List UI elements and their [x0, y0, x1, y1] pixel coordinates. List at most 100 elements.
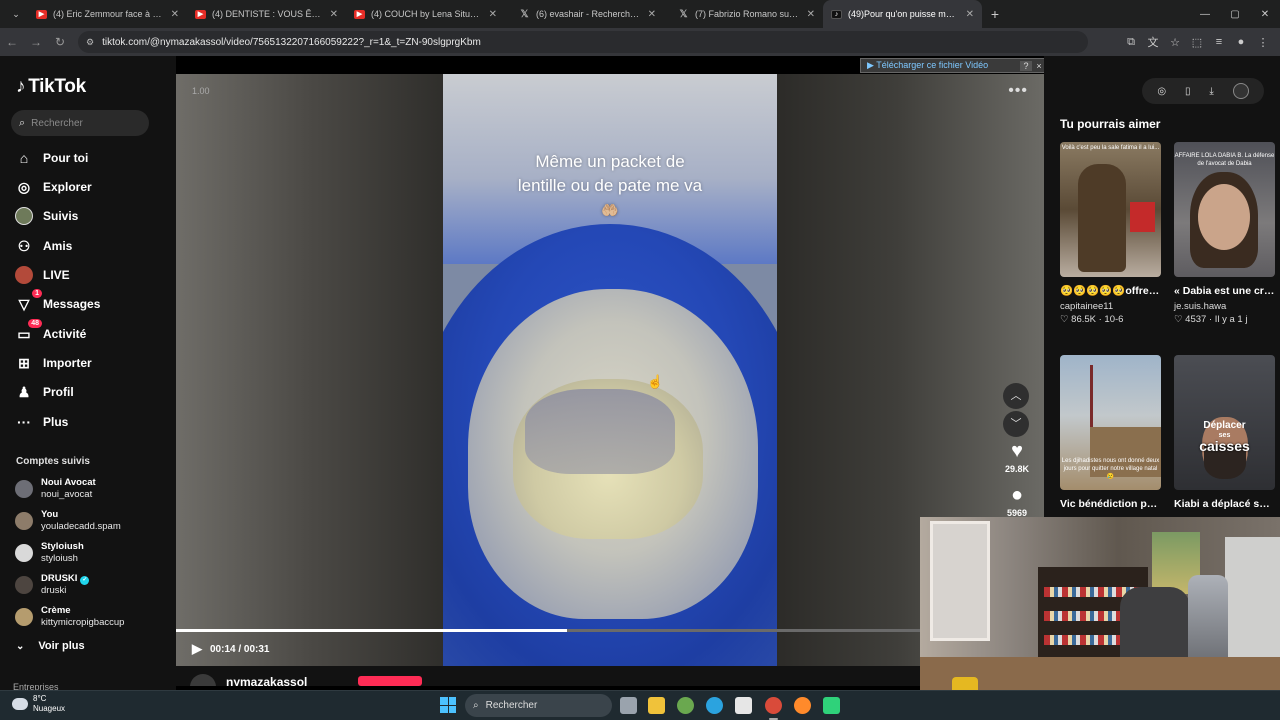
- translate-icon[interactable]: 文: [1142, 34, 1164, 50]
- browser-tab[interactable]: 𝕏 (7) Fabrizio Romano sur X : "Ca ✕: [664, 0, 823, 28]
- url-text: tiktok.com/@nymazakassol/video/756513220…: [102, 36, 481, 48]
- site-info-icon[interactable]: ⚙: [86, 37, 94, 48]
- media-control-icon[interactable]: ≡: [1208, 36, 1230, 48]
- edge-icon[interactable]: [706, 697, 723, 714]
- next-video-icon[interactable]: ﹀: [1003, 411, 1029, 437]
- microsoft-store-icon[interactable]: [735, 697, 752, 714]
- nav-for-you[interactable]: ⌂ Pour toi: [14, 147, 89, 169]
- close-tab-icon[interactable]: ✕: [489, 9, 497, 20]
- close-tab-icon[interactable]: ✕: [807, 9, 815, 20]
- comment-button[interactable]: ● 5969: [1002, 484, 1032, 518]
- windows-start-icon[interactable]: [440, 697, 456, 713]
- address-bar[interactable]: ⚙ tiktok.com/@nymazakassol/video/7565132…: [78, 31, 1088, 53]
- nav-activity[interactable]: ▭ 48 Activité: [14, 319, 86, 345]
- video-thumbnail[interactable]: Déplacer ses caisses: [1174, 355, 1275, 490]
- recommended-video[interactable]: Voilà c'est peu la sale fatima il a lui.…: [1060, 142, 1161, 325]
- profile-avatar-icon[interactable]: ●: [1230, 36, 1252, 48]
- cast-icon[interactable]: ⧉: [1120, 36, 1142, 49]
- chrome-icon[interactable]: [765, 697, 782, 720]
- video-thumbnail[interactable]: AFFAIRE LOLA DABIA B. La défense de l'av…: [1174, 142, 1275, 277]
- follow-button[interactable]: [358, 676, 422, 686]
- followed-account[interactable]: Styloiush styloiush: [15, 539, 84, 567]
- tab-title: (4) COUCH by Lena Situations -: [371, 9, 483, 19]
- x-icon: 𝕏: [679, 8, 688, 20]
- close-tab-icon[interactable]: ✕: [648, 9, 656, 20]
- like-button[interactable]: ♥ 29.8K: [1002, 440, 1032, 474]
- more-options-icon[interactable]: •••: [1008, 82, 1028, 100]
- messages-badge: 1: [32, 289, 42, 298]
- followed-account[interactable]: Crème kittymicropigbaccup: [15, 603, 124, 631]
- video-progress-bar[interactable]: [176, 629, 1044, 632]
- browser-tab-active[interactable]: ♪ (49)Pour qu'on puisse manger ✕: [823, 0, 982, 28]
- browser-menu-icon[interactable]: ⋮: [1252, 36, 1274, 49]
- new-tab-button[interactable]: +: [982, 6, 1008, 22]
- browser-tab[interactable]: ▶ (4) COUCH by Lena Situations - ✕: [346, 0, 505, 28]
- play-icon[interactable]: ▶: [192, 641, 202, 657]
- author-name[interactable]: nymazakassol: [226, 675, 307, 686]
- close-icon[interactable]: ×: [1034, 61, 1044, 71]
- nav-messages[interactable]: ▽ 1 Messages: [14, 289, 100, 315]
- firefox-icon[interactable]: [794, 697, 811, 714]
- nav-explore[interactable]: ◎ Explorer: [14, 176, 92, 198]
- task-view-icon[interactable]: [620, 697, 637, 714]
- back-icon[interactable]: ←: [0, 35, 24, 49]
- nav-more[interactable]: ··· Plus: [14, 411, 68, 433]
- profile-icon: ♟: [17, 383, 31, 400]
- weather-widget[interactable]: 8°C Nuageux: [12, 694, 65, 714]
- video-thumbnail[interactable]: Voilà c'est peu la sale fatima il a lui.…: [1060, 142, 1161, 277]
- help-icon[interactable]: ?: [1020, 60, 1032, 71]
- video-thumbnail[interactable]: Les djihadistes nous ont donné deux jour…: [1060, 355, 1161, 490]
- download-video-bar[interactable]: ▶ Télécharger ce fichier Vidéo ? ×: [860, 58, 1045, 73]
- browser-tab[interactable]: ▶ (4) Eric Zemmour face à Pascal ✕: [28, 0, 187, 28]
- coin-icon[interactable]: ◎: [1157, 86, 1166, 97]
- close-tab-icon[interactable]: ✕: [966, 9, 974, 20]
- weather-condition: Nuageux: [33, 704, 66, 713]
- browser-tab[interactable]: ▶ (4) DENTISTE : VOUS ÊTES SALE ✕: [187, 0, 346, 28]
- browser-tab[interactable]: 𝕏 (6) evashair - Recherche / X ✕: [505, 0, 664, 28]
- download-icon[interactable]: ⤓: [1209, 86, 1213, 97]
- close-tab-icon[interactable]: ✕: [330, 9, 338, 20]
- close-window-icon[interactable]: ✕: [1250, 9, 1280, 20]
- nav-upload[interactable]: ⊞ Importer: [14, 352, 92, 374]
- screen: { "browser": { "tabs": [ {"favicon": "yo…: [0, 0, 1280, 720]
- close-tab-icon[interactable]: ✕: [171, 9, 179, 20]
- reload-icon[interactable]: ↻: [48, 35, 72, 49]
- recommended-video[interactable]: Déplacer ses caisses Kiabi a déplacé ses…: [1174, 355, 1275, 512]
- nav-friends[interactable]: ⚇ Amis: [14, 235, 73, 257]
- author-avatar[interactable]: [190, 674, 216, 686]
- video-frame[interactable]: Même un packet de lentille ou de pate me…: [443, 74, 777, 666]
- download-label[interactable]: ▶ Télécharger ce fichier Vidéo: [861, 60, 1020, 71]
- account-name: Styloiush: [41, 541, 84, 552]
- nav-live[interactable]: LIVE: [14, 264, 70, 286]
- user-avatar-icon[interactable]: [1232, 83, 1249, 99]
- search-input[interactable]: ⌕ Rechercher: [11, 110, 149, 136]
- recommended-video[interactable]: AFFAIRE LOLA DABIA B. La défense de l'av…: [1174, 142, 1275, 325]
- previous-video-icon[interactable]: ︿: [1003, 383, 1029, 409]
- nav-profile[interactable]: ♟ Profil: [14, 381, 74, 403]
- followed-account[interactable]: You youladecadd.spam: [15, 507, 121, 535]
- video-caption-overlay: Même un packet de lentille ou de pate me…: [443, 150, 777, 222]
- app-icon[interactable]: [823, 697, 840, 714]
- minimize-icon[interactable]: —: [1190, 9, 1220, 20]
- playback-speed[interactable]: 1.00: [192, 86, 210, 96]
- nav-following[interactable]: Suivis: [14, 205, 78, 227]
- avatar: [15, 512, 33, 530]
- extensions-icon[interactable]: ⬚: [1186, 36, 1208, 49]
- taskbar-search[interactable]: ⌕ Rechercher: [465, 694, 612, 717]
- video-player[interactable]: 1.00 ••• Même un packet de lentille ou d…: [176, 74, 1044, 686]
- see-more-button[interactable]: ⌄ Voir plus: [16, 640, 85, 652]
- video-title: « Dabia est une criminelle, mais...: [1174, 285, 1275, 297]
- tab-search-button[interactable]: ⌄: [4, 3, 28, 25]
- forward-icon[interactable]: →: [24, 35, 48, 49]
- tiktok-logo[interactable]: ♪ TikTok: [16, 76, 86, 98]
- followed-account[interactable]: Noui Avocat noui_avocat: [15, 475, 96, 503]
- bookmark-star-icon[interactable]: ☆: [1164, 36, 1186, 49]
- nvidia-app-icon[interactable]: [677, 697, 694, 714]
- maximize-icon[interactable]: ▢: [1220, 9, 1250, 20]
- file-explorer-icon[interactable]: [648, 697, 665, 714]
- recommended-video[interactable]: Les djihadistes nous ont donné deux jour…: [1060, 355, 1161, 512]
- chevron-down-icon: ⌄: [16, 640, 25, 652]
- followed-account[interactable]: DRUSKI ✓ druski: [15, 571, 90, 599]
- device-icon[interactable]: ▯: [1185, 86, 1191, 97]
- top-tools: ◎ ▯ ⤓: [1142, 78, 1264, 104]
